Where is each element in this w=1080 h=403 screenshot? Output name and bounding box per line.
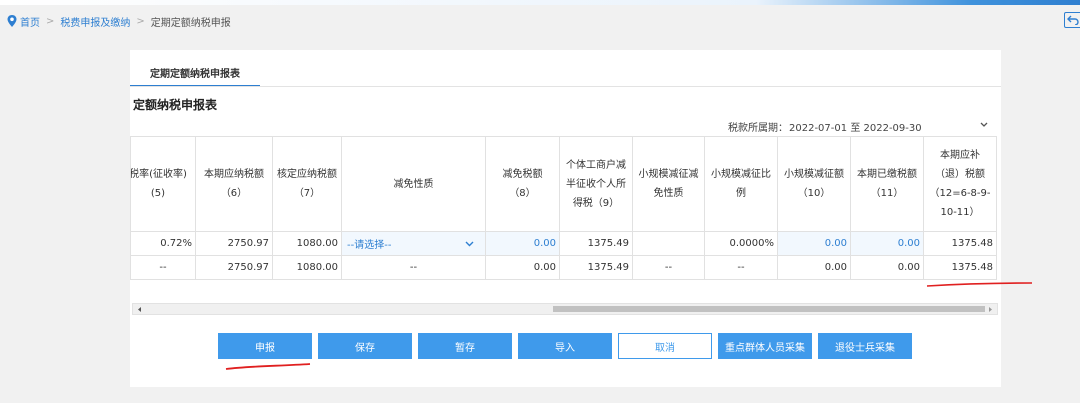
declaration-panel: 定期定额纳税申报表 定额纳税申报表 税款所属期：2022-07-01 至 202…	[130, 50, 1001, 387]
horizontal-scrollbar[interactable]	[132, 303, 998, 315]
chevron-down-icon	[465, 241, 474, 246]
col-header-small-amount: 小规模减征额 （10）	[777, 136, 851, 232]
breadcrumb-current: 定期定额纳税申报	[150, 17, 231, 29]
breadcrumb: 首页 > 税费申报及缴纳 > 定期定额纳税申报	[6, 14, 231, 29]
cell-assessed: 1080.00	[272, 231, 342, 256]
location-pin-icon	[7, 15, 17, 27]
scroll-left-icon[interactable]	[136, 306, 144, 313]
table-header-row: 税率(征收率) (5) 本期应纳税额 （6） 核定应纳税额 （7） 减免性质 减免税额…	[130, 136, 997, 232]
exempt-nature-select[interactable]: --请选择--	[341, 231, 486, 256]
exempt-amount-input[interactable]: 0.00	[485, 231, 560, 256]
cell-due: 1375.48	[923, 231, 997, 256]
tax-period-end: 2022-09-30	[863, 123, 922, 134]
cell-small-ratio: --	[704, 255, 778, 280]
cell-rate: 0.72%	[130, 231, 196, 256]
scroll-right-icon[interactable]	[986, 306, 994, 313]
save-button[interactable]: 保存	[318, 333, 412, 359]
veteran-collect-button[interactable]: 退役士兵采集	[818, 333, 912, 359]
cell-rate: --	[130, 255, 196, 280]
cell-exempt-amount: 0.00	[485, 255, 560, 280]
cell-half-income-tax: 1375.49	[559, 231, 633, 256]
cell-small-ratio: 0.0000%	[704, 231, 778, 256]
cancel-button[interactable]: 取消	[618, 333, 712, 359]
cell-exempt-nature: --	[341, 255, 486, 280]
breadcrumb-section[interactable]: 税费申报及缴纳	[60, 14, 130, 29]
col-header-paid: 本期已缴税额 （11）	[850, 136, 924, 232]
breadcrumb-separator: >	[136, 15, 145, 27]
table-row: -- 2750.97 1080.00 -- 0.00 1375.49 -- --…	[130, 255, 997, 280]
chevron-down-icon[interactable]	[979, 121, 989, 129]
key-group-collect-button[interactable]: 重点群体人员采集	[718, 333, 812, 359]
tax-period-separator: 至	[850, 123, 861, 134]
cell-paid: 0.00	[850, 255, 924, 280]
tax-period-start: 2022-07-01	[789, 123, 848, 134]
scrollbar-thumb[interactable]	[553, 306, 985, 312]
import-button[interactable]: 导入	[518, 333, 612, 359]
tab-divider	[130, 86, 1001, 87]
cell-half-income-tax: 1375.49	[559, 255, 633, 280]
cell-small-nature: --	[632, 255, 705, 280]
col-header-payable: 本期应纳税额 （6）	[195, 136, 273, 232]
col-header-small-ratio: 小规模减征比例	[704, 136, 778, 232]
cell-small-amount: 0.00	[777, 255, 851, 280]
cell-small-nature	[632, 231, 705, 256]
table-row: 0.72% 2750.97 1080.00 --请选择-- 0.00 1375.…	[130, 231, 997, 256]
col-header-assessed: 核定应纳税额 （7）	[272, 136, 342, 232]
cell-assessed: 1080.00	[272, 255, 342, 280]
col-header-half-income-tax: 个体工商户减 半征收个人所 得税（9）	[559, 136, 633, 232]
col-header-small-nature: 小规模减征减 免性质	[632, 136, 705, 232]
tab-fixed-quota-declaration[interactable]: 定期定额纳税申报表	[130, 58, 260, 86]
declare-button[interactable]: 申报	[218, 333, 312, 359]
col-header-due: 本期应补 （退）税额 （12=6-8-9- 10-11）	[923, 136, 997, 232]
top-banner	[0, 0, 1080, 5]
declaration-table: 税率(征收率) (5) 本期应纳税额 （6） 核定应纳税额 （7） 减免性质 减免税额…	[130, 136, 997, 280]
form-title: 定额纳税申报表	[133, 98, 218, 112]
cell-due: 1375.48	[923, 255, 997, 280]
tax-period: 税款所属期：2022-07-01 至 2022-09-30	[728, 119, 922, 134]
col-header-exempt-amount: 减免税额 （8）	[485, 136, 560, 232]
breadcrumb-home[interactable]: 首页	[20, 14, 40, 29]
temp-save-button[interactable]: 暂存	[418, 333, 512, 359]
exempt-nature-select-value: --请选择--	[347, 240, 392, 251]
paid-amount-input[interactable]: 0.00	[850, 231, 924, 256]
cell-payable: 2750.97	[195, 231, 273, 256]
tax-period-label: 税款所属期：	[728, 123, 788, 134]
breadcrumb-separator: >	[46, 15, 55, 27]
cell-payable: 2750.97	[195, 255, 273, 280]
col-header-exempt-nature: 减免性质	[341, 136, 486, 232]
col-header-rate: 税率(征收率) (5)	[130, 136, 196, 232]
return-icon	[1067, 15, 1079, 25]
return-button[interactable]	[1064, 12, 1080, 28]
small-amount-input[interactable]: 0.00	[777, 231, 851, 256]
